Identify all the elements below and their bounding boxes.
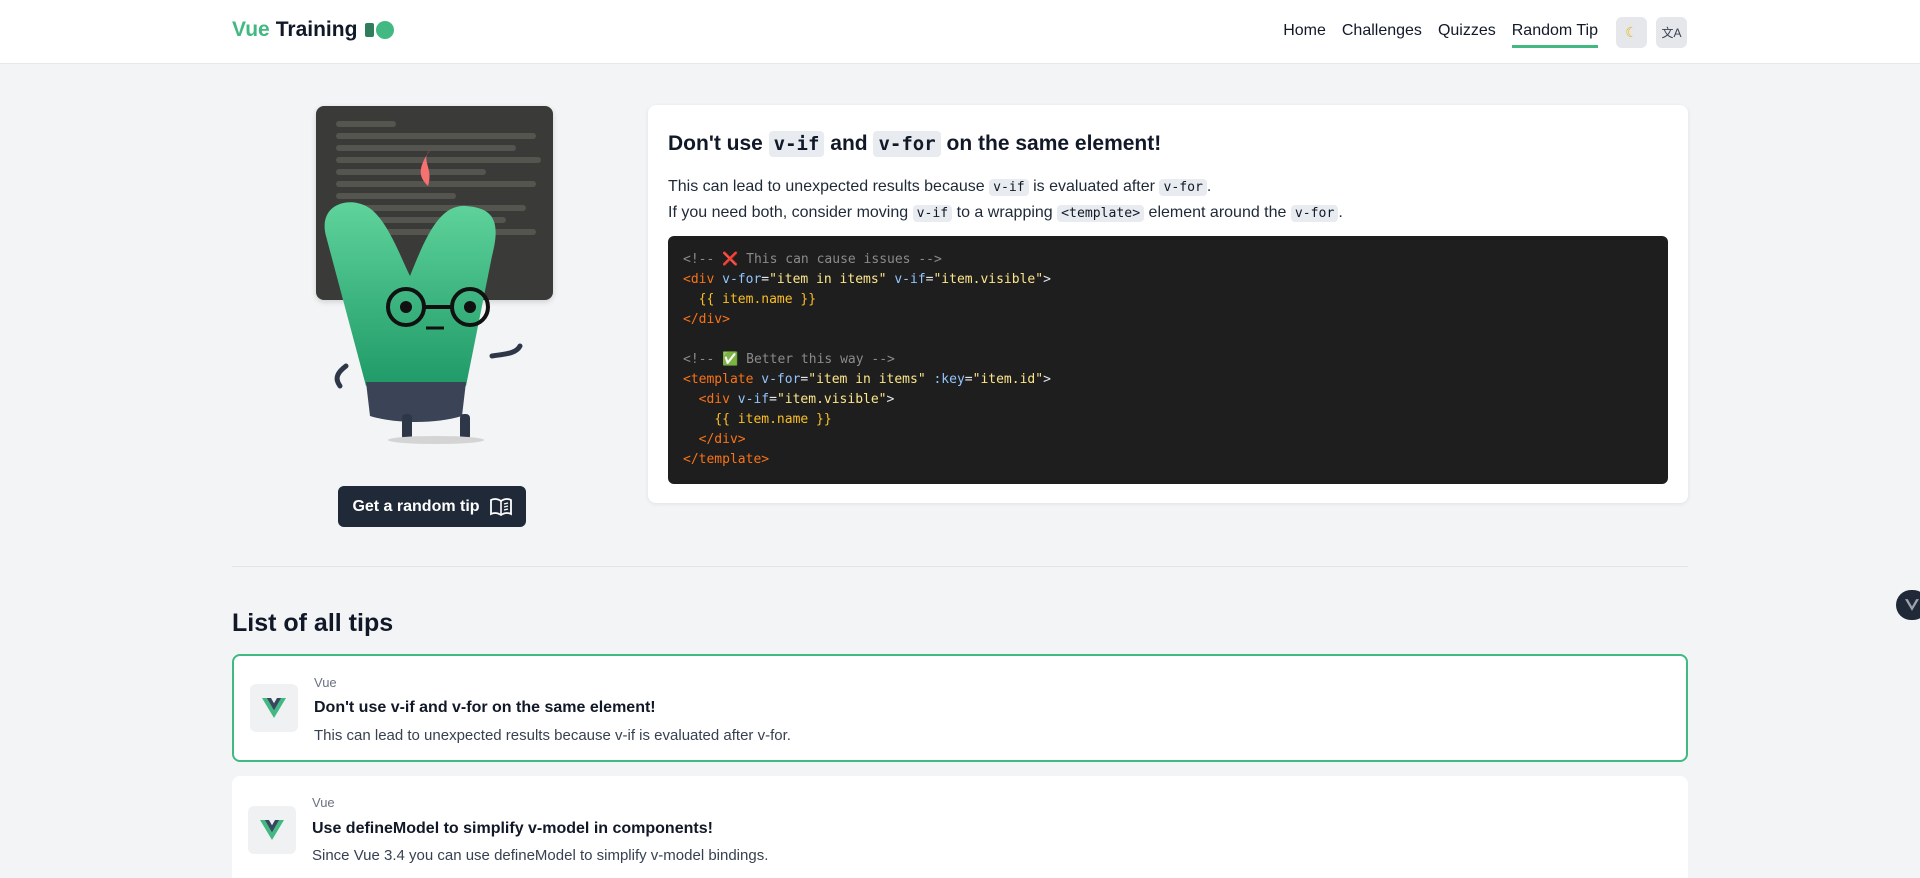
vue-logo-icon (1905, 599, 1919, 611)
tip-description-line-1: This can lead to unexpected results beca… (668, 174, 1668, 200)
code-example[interactable]: <!-- ❌ This can cause issues --> <div v-… (668, 236, 1668, 484)
inline-code: v-for (1159, 179, 1207, 196)
random-tip-label: Get a random tip (352, 497, 480, 515)
tip-item-description: Since Vue 3.4 you can use defineModel to… (312, 847, 769, 864)
code-tag: </div> (683, 312, 730, 327)
tip-list-item[interactable]: Vue Use defineModel to simplify v-model … (232, 776, 1688, 878)
tip-description-line-2: If you need both, consider moving v-if t… (668, 200, 1668, 226)
code-tag: <template (683, 372, 754, 387)
logo-vue-text: Vue (232, 18, 270, 41)
tip-title-text: on the same element! (946, 132, 1162, 155)
code-string: "item in items" (808, 372, 926, 387)
code-attr: v-for (761, 372, 801, 387)
tip-category: Vue (312, 795, 335, 810)
mascot-illustration (316, 106, 556, 446)
desc-text: is evaluated after (1033, 178, 1155, 195)
code-attr: v-if (894, 272, 926, 287)
code-string: "item.visible" (933, 272, 1044, 287)
nav-random-tip[interactable]: Random Tip (1511, 22, 1598, 48)
nav-home[interactable]: Home (1283, 22, 1326, 48)
translate-icon: 文A (1661, 26, 1682, 40)
tip-category: Vue (314, 675, 337, 690)
code-tag: <div (683, 272, 715, 287)
inline-code: v-if (768, 131, 825, 157)
top-navbar: Vue Training Home Challenges Quizzes Ran… (0, 0, 1920, 64)
inline-code: v-for (1290, 205, 1339, 222)
code-interpolation: {{ item.name }} (698, 292, 817, 307)
inline-code: v-if (912, 205, 953, 222)
tip-item-title: Use defineModel to simplify v-model in c… (312, 820, 713, 837)
desc-text: If you need both, consider moving (668, 204, 909, 221)
main-nav: Home Challenges Quizzes Random Tip (1283, 22, 1598, 48)
tip-item-title: Don't use v-if and v-for on the same ele… (314, 699, 656, 716)
random-tip-button[interactable]: Get a random tip (338, 486, 526, 527)
code-string: "item in items" (769, 272, 887, 287)
desc-text: This can lead to unexpected results beca… (668, 178, 985, 195)
nav-quizzes[interactable]: Quizzes (1438, 22, 1496, 48)
tip-title: Don't use v-if and v-for on the same ele… (668, 128, 1668, 160)
tip-card: Don't use v-if and v-for on the same ele… (648, 105, 1688, 503)
code-attr: v-for (722, 272, 762, 287)
theme-toggle-button[interactable]: ☾ (1616, 17, 1647, 48)
tip-list-item[interactable]: Vue Don't use v-if and v-for on the same… (232, 654, 1688, 762)
vue-logo-icon (250, 684, 298, 732)
app-logo[interactable]: Vue Training (232, 18, 395, 42)
inline-code: v-for (873, 131, 941, 157)
desc-text: . (1206, 178, 1212, 195)
tip-title-text: Don't use (668, 132, 763, 155)
vue-devtools-button[interactable] (1896, 590, 1920, 620)
code-comment: <!-- ❌ This can cause issues --> (683, 252, 942, 267)
language-button[interactable]: 文A (1656, 17, 1687, 48)
vue-mascot-icon (324, 150, 523, 444)
vue-logo-icon (248, 806, 296, 854)
code-string: "item.id" (972, 372, 1044, 387)
logo-training-text: Training (275, 18, 358, 41)
book-icon (489, 497, 512, 516)
desc-text: element around the (1148, 204, 1287, 221)
tip-description: This can lead to unexpected results beca… (668, 174, 1668, 226)
logo-chat-icon (365, 21, 395, 39)
nav-challenges[interactable]: Challenges (1342, 22, 1422, 48)
desc-text: to a wrapping (956, 204, 1053, 221)
inline-code: <template> (1057, 205, 1145, 222)
tips-list-heading: List of all tips (232, 609, 394, 637)
inline-code: v-if (989, 179, 1029, 196)
section-divider (232, 566, 1688, 567)
moon-icon: ☾ (1625, 24, 1638, 40)
code-comment: <!-- ✅ Better this way --> (683, 352, 895, 367)
tip-title-text: and (830, 132, 868, 155)
code-string: "item.visible" (776, 392, 887, 407)
desc-text: . (1338, 204, 1343, 221)
tip-item-description: This can lead to unexpected results beca… (314, 727, 791, 744)
code-interpolation: {{ item.name }} (714, 412, 832, 427)
code-tag: </div> (698, 432, 746, 447)
code-attr: v-if (737, 392, 770, 407)
code-tag: <div (698, 392, 730, 407)
code-attr: :key (933, 372, 965, 387)
code-tag: </template> (683, 452, 770, 467)
